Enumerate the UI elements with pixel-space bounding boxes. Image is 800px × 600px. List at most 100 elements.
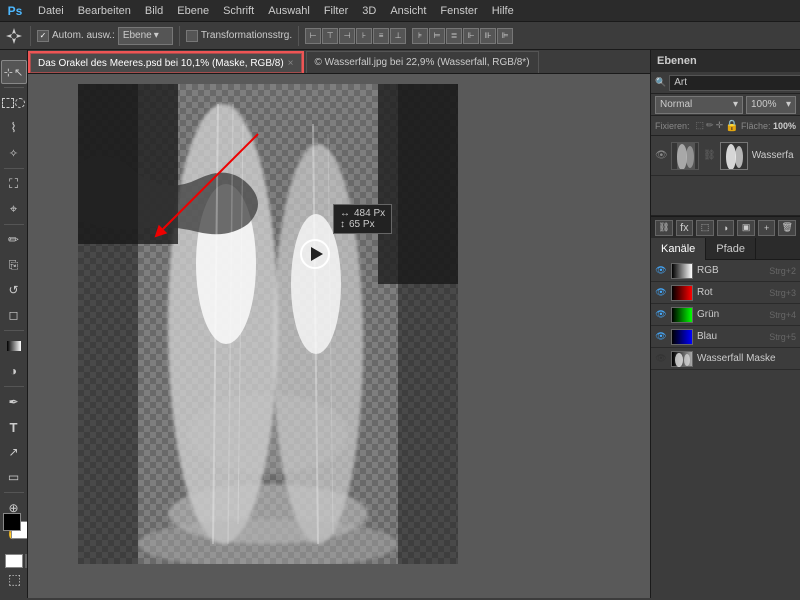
layer-chain-icon: ⛓: [703, 150, 716, 161]
right-panel: Ebenen 🔍 ≡ Normal ▾ 100% ▾ Fixieren: ⬚ ✏…: [650, 50, 800, 598]
gradient-btn[interactable]: [2, 334, 26, 358]
new-layer-btn[interactable]: +: [758, 220, 776, 236]
layer-visibility-icon[interactable]: 👁: [655, 150, 667, 161]
menu-filter[interactable]: Filter: [318, 3, 354, 19]
canvas-content[interactable]: ↔ 484 Px ↕ 65 Px: [28, 74, 650, 598]
cursor-arrow: [311, 247, 323, 261]
channel-gruen[interactable]: 👁 Grün Strg+4: [651, 304, 800, 326]
layer-thumbnail: [671, 142, 699, 170]
normal-mode-btn[interactable]: [5, 554, 23, 568]
delete-layer-btn[interactable]: 🗑: [778, 220, 796, 236]
lock-transparent-btn[interactable]: ⬚: [696, 120, 705, 131]
dist-4-btn[interactable]: ⊩: [463, 28, 479, 44]
layer-item[interactable]: 👁 ⛓: [651, 136, 800, 176]
menu-fenster[interactable]: Fenster: [434, 3, 483, 19]
pen-btn[interactable]: ✒: [2, 390, 26, 414]
channel-rot-eye[interactable]: 👁: [655, 287, 667, 298]
layers-bottom-bar: ⛓ fx ⬚ ◑ ▣ + 🗑: [651, 216, 800, 238]
tab-kanale[interactable]: Kanäle: [651, 238, 706, 260]
channel-blau[interactable]: 👁 Blau Strg+5: [651, 326, 800, 348]
menu-auswahl[interactable]: Auswahl: [262, 3, 316, 19]
dist-v-btn[interactable]: ⊨: [429, 28, 445, 44]
move-tool-btn[interactable]: ⊹ ↖: [1, 60, 27, 84]
options-sep-2: [179, 26, 180, 46]
opacity-control[interactable]: 100% ▾: [746, 96, 796, 114]
add-mask-btn[interactable]: ⬚: [696, 220, 714, 236]
link-layers-btn[interactable]: ⛓: [655, 220, 673, 236]
channel-rgb-eye[interactable]: 👁: [655, 265, 667, 276]
channel-gruen-thumb: [671, 307, 693, 323]
channel-blau-eye[interactable]: 👁: [655, 331, 667, 342]
dist-h-btn[interactable]: ⊧: [412, 28, 428, 44]
channel-rot[interactable]: 👁 Rot Strg+3: [651, 282, 800, 304]
channel-blau-thumb: [671, 329, 693, 345]
new-group-btn[interactable]: ▣: [737, 220, 755, 236]
tool-icon-area: [4, 26, 24, 46]
screen-mode-btn[interactable]: ⬚: [8, 571, 21, 588]
dist-5-btn[interactable]: ⊪: [480, 28, 496, 44]
align-center-v-btn[interactable]: ≡: [373, 28, 389, 44]
rect-select-btn[interactable]: [1, 91, 27, 115]
adjustment-layer-btn[interactable]: ◑: [717, 220, 735, 236]
lock-image-btn[interactable]: ✏: [706, 120, 714, 131]
dist-3-btn[interactable]: ≣: [446, 28, 462, 44]
menu-schrift[interactable]: Schrift: [217, 3, 260, 19]
brush-btn[interactable]: ✏: [2, 228, 26, 252]
align-top-btn[interactable]: ⊦: [356, 28, 372, 44]
channel-mask-label: Wasserfall Maske: [697, 353, 796, 364]
eyedropper-btn[interactable]: ⌖: [2, 197, 26, 221]
dodge-btn[interactable]: ◑: [2, 359, 26, 383]
menu-ansicht[interactable]: Ansicht: [384, 3, 432, 19]
channel-rgb[interactable]: 👁 RGB Strg+2: [651, 260, 800, 282]
menu-bar: Ps Datei Bearbeiten Bild Ebene Schrift A…: [0, 0, 800, 22]
blend-mode-row: Normal ▾ 100% ▾: [651, 94, 800, 116]
align-bottom-btn[interactable]: ⊥: [390, 28, 406, 44]
channel-rgb-label: RGB: [697, 265, 765, 276]
active-tab-close[interactable]: ×: [288, 58, 294, 69]
tab-inactive[interactable]: © Wasserfall.jpg bei 22,9% (Wasserfall, …: [306, 51, 539, 73]
path-select-btn[interactable]: ↗: [2, 440, 26, 464]
stamp-btn[interactable]: ⎘: [2, 253, 26, 277]
align-right-btn[interactable]: ⊣: [339, 28, 355, 44]
layers-search-row: 🔍 ≡: [651, 72, 800, 94]
menu-bild[interactable]: Bild: [139, 3, 169, 19]
shape-btn[interactable]: ▭: [2, 465, 26, 489]
auto-select-checkbox[interactable]: ✓: [37, 30, 49, 42]
lock-all-btn[interactable]: 🔒: [725, 119, 739, 132]
fg-color-swatch[interactable]: [3, 513, 21, 531]
lasso-btn[interactable]: ⌇: [2, 116, 26, 140]
tool-sep-4: [4, 330, 24, 331]
menu-datei[interactable]: Datei: [32, 3, 70, 19]
fill-label: Fläche: 100%: [741, 121, 796, 131]
menu-ebene[interactable]: Ebene: [171, 3, 215, 19]
channel-rgb-shortcut: Strg+2: [769, 266, 796, 276]
wand-btn[interactable]: ✧: [2, 141, 26, 165]
auto-select-dropdown[interactable]: Ebene ▾: [118, 27, 173, 45]
dist-6-btn[interactable]: ⊫: [497, 28, 513, 44]
transform-checkbox[interactable]: [186, 30, 198, 42]
channel-gruen-eye[interactable]: 👁: [655, 309, 667, 320]
crop-btn[interactable]: ⛶: [2, 172, 26, 196]
eraser-btn[interactable]: ◻: [2, 303, 26, 327]
tool-sep-2: [4, 168, 24, 169]
channel-mask[interactable]: 👁 Wasserfall Maske: [651, 348, 800, 370]
blend-mode-dropdown[interactable]: Normal ▾: [655, 96, 743, 114]
align-center-h-btn[interactable]: ⊤: [322, 28, 338, 44]
menu-hilfe[interactable]: Hilfe: [486, 3, 520, 19]
tab-pfade[interactable]: Pfade: [706, 238, 756, 260]
menu-3d[interactable]: 3D: [356, 3, 382, 19]
history-btn[interactable]: ↺: [2, 278, 26, 302]
transform-label: Transformationsstrg.: [201, 30, 292, 41]
layer-style-btn[interactable]: fx: [676, 220, 694, 236]
layers-search-input[interactable]: [669, 75, 800, 91]
menu-bearbeiten[interactable]: Bearbeiten: [72, 3, 137, 19]
cursor-indicator: [300, 239, 330, 269]
transform-item: Transformationsstrg.: [186, 30, 292, 42]
layer-mask-thumbnail: [720, 142, 748, 170]
text-btn[interactable]: T: [2, 415, 26, 439]
layers-list: 👁 ⛓: [651, 136, 800, 216]
lock-position-btn[interactable]: ✛: [716, 120, 724, 131]
quick-mask-area: [5, 554, 28, 568]
align-left-btn[interactable]: ⊢: [305, 28, 321, 44]
tab-active[interactable]: Das Orakel des Meeres.psd bei 10,1% (Mas…: [28, 51, 304, 73]
